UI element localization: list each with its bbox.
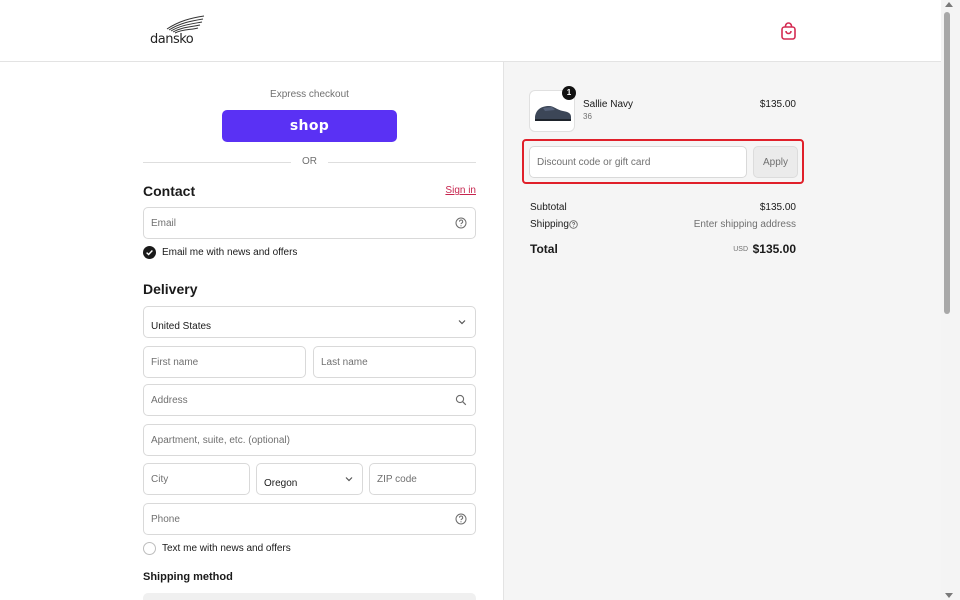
- discount-code-placeholder: Discount code or gift card: [537, 157, 651, 168]
- scroll-up-arrow-icon[interactable]: [945, 2, 953, 7]
- subtotal-value: $135.00: [759, 202, 796, 213]
- quantity-badge: 1: [562, 86, 576, 100]
- city-field[interactable]: City: [143, 463, 250, 495]
- discount-code-field[interactable]: Discount code or gift card: [529, 146, 747, 178]
- checkmark-icon: [146, 250, 153, 256]
- zip-code-field[interactable]: ZIP code: [369, 463, 476, 495]
- help-circle-icon[interactable]: [569, 220, 578, 229]
- dansko-logo[interactable]: dansko: [149, 15, 205, 47]
- email-news-label: Email me with news and offers: [162, 247, 298, 258]
- zip-code-placeholder: ZIP code: [377, 474, 417, 485]
- first-name-field[interactable]: First name: [143, 346, 306, 378]
- dansko-logo-mark: dansko: [150, 15, 205, 47]
- total-value: $135.00: [752, 242, 796, 256]
- product-price: $135.00: [759, 99, 796, 110]
- product-name: Sallie Navy: [583, 99, 634, 110]
- scrollbar-thumb[interactable]: [944, 12, 950, 314]
- delivery-title: Delivery: [143, 281, 198, 297]
- shop-pay-button[interactable]: shop: [222, 110, 397, 142]
- total-label: Total: [530, 242, 558, 256]
- apartment-placeholder: Apartment, suite, etc. (optional): [151, 435, 290, 446]
- sign-in-link[interactable]: Sign in: [445, 185, 476, 196]
- shipping-method-placeholder-box: [143, 593, 476, 600]
- apply-discount-button[interactable]: Apply: [753, 146, 798, 178]
- address-field[interactable]: Address: [143, 384, 476, 416]
- last-name-field[interactable]: Last name: [313, 346, 476, 378]
- shipping-label: Shipping: [530, 219, 569, 230]
- country-value: United States: [151, 321, 212, 332]
- express-checkout-label: Express checkout: [270, 89, 349, 100]
- help-circle-icon[interactable]: [455, 217, 467, 229]
- contact-title: Contact: [143, 183, 196, 199]
- header: dansko: [0, 0, 941, 62]
- email-field[interactable]: Email: [143, 207, 476, 239]
- scroll-down-arrow-icon[interactable]: [945, 593, 953, 598]
- text-news-checkbox[interactable]: [143, 542, 156, 555]
- phone-field[interactable]: Phone: [143, 503, 476, 535]
- email-news-checkbox[interactable]: [143, 246, 156, 259]
- email-placeholder: Email: [151, 218, 177, 229]
- shipping-value: Enter shipping address: [693, 219, 796, 230]
- first-name-placeholder: First name: [151, 357, 199, 368]
- subtotal-label: Subtotal: [530, 202, 567, 213]
- or-text: OR: [302, 156, 317, 167]
- chevron-down-icon: [458, 320, 466, 325]
- or-divider: OR: [143, 155, 476, 169]
- search-icon: [455, 394, 467, 406]
- city-placeholder: City: [151, 474, 169, 485]
- shipping-method-title: Shipping method: [143, 571, 233, 583]
- apartment-field[interactable]: Apartment, suite, etc. (optional): [143, 424, 476, 456]
- last-name-placeholder: Last name: [321, 357, 368, 368]
- text-news-label: Text me with news and offers: [162, 543, 291, 554]
- shopping-bag-icon[interactable]: [780, 22, 797, 40]
- product-variant: 36: [583, 112, 592, 121]
- logo-text: dansko: [150, 32, 194, 45]
- state-value: Oregon: [264, 478, 298, 489]
- total-currency: USD: [733, 246, 748, 253]
- chevron-down-icon: [345, 477, 353, 482]
- phone-placeholder: Phone: [151, 514, 180, 525]
- address-placeholder: Address: [151, 395, 188, 406]
- page-scrollbar[interactable]: [941, 0, 960, 600]
- country-select[interactable]: United States: [143, 306, 476, 338]
- help-circle-icon[interactable]: [455, 513, 467, 525]
- state-select[interactable]: Oregon: [256, 463, 363, 495]
